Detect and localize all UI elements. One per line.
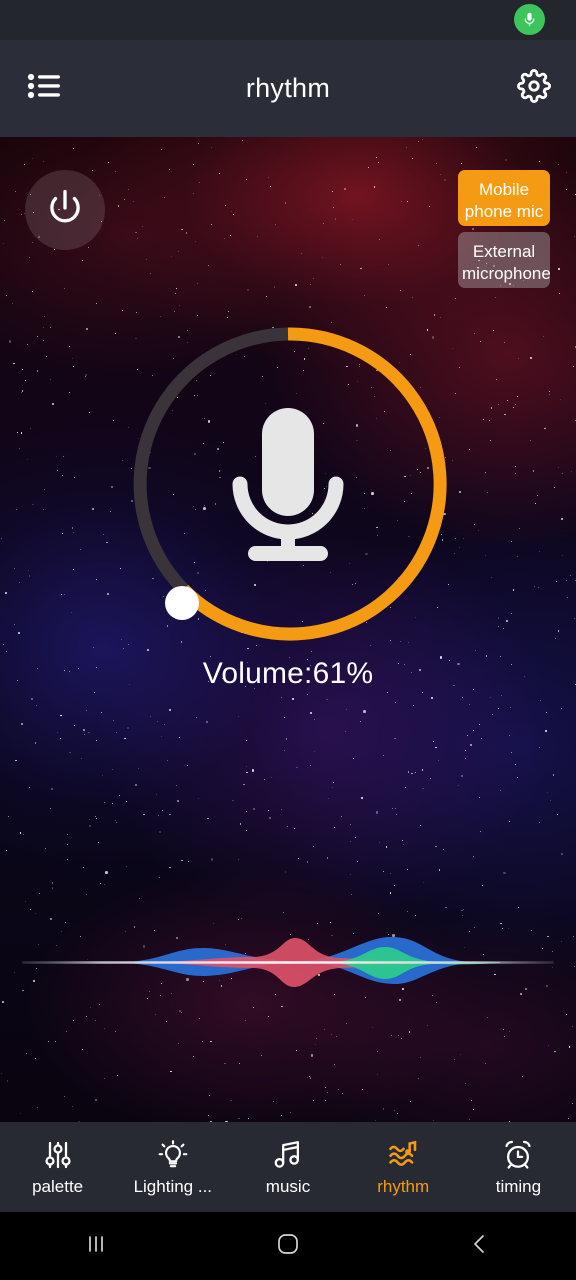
home-button[interactable] <box>192 1212 384 1280</box>
volume-value-label: Volume:61% <box>202 657 374 690</box>
back-icon <box>467 1231 493 1262</box>
gear-icon <box>517 69 551 108</box>
status-bar <box>0 0 576 40</box>
mic-source-external-label: External microphone <box>462 242 550 283</box>
microphone-recording-indicator-icon <box>514 4 545 35</box>
tab-music[interactable]: music <box>230 1122 345 1212</box>
rhythm-wave-icon <box>387 1139 419 1171</box>
tab-palette[interactable]: palette <box>0 1122 115 1212</box>
recents-icon <box>83 1231 109 1262</box>
power-icon <box>44 187 86 234</box>
volume-dial[interactable] <box>120 316 456 652</box>
tab-lighting-label: Lighting ... <box>133 1177 213 1196</box>
mic-source-external-button[interactable]: External microphone <box>458 232 550 288</box>
mic-source-mobile-phone-button[interactable]: Mobile phone mic <box>458 170 550 226</box>
lightbulb-icon <box>157 1139 189 1171</box>
android-navigation-bar <box>0 1212 576 1280</box>
tab-lighting[interactable]: Lighting ... <box>115 1122 230 1212</box>
tab-music-label: music <box>265 1177 311 1196</box>
microphone-icon <box>226 402 350 566</box>
power-toggle-button[interactable] <box>25 170 105 250</box>
home-icon <box>274 1230 302 1263</box>
app-screen: rhythm Mobile phone mic External microph… <box>0 0 576 1280</box>
tab-rhythm-label: rhythm <box>377 1177 430 1196</box>
page-title: rhythm <box>245 73 331 103</box>
recents-button[interactable] <box>0 1212 192 1280</box>
mic-source-mobile-phone-label: Mobile phone mic <box>464 180 544 221</box>
waveform-baseline <box>22 961 554 964</box>
settings-button[interactable] <box>506 61 562 117</box>
alarm-clock-icon <box>502 1139 534 1171</box>
volume-dial-knob[interactable] <box>165 586 199 620</box>
music-note-icon <box>272 1139 304 1171</box>
sliders-icon <box>42 1139 74 1171</box>
mic-source-buttons: Mobile phone mic External microphone <box>458 170 550 288</box>
tab-palette-label: palette <box>32 1177 84 1196</box>
tab-rhythm[interactable]: rhythm <box>346 1122 461 1212</box>
audio-waveform-visualizer <box>0 895 576 1030</box>
back-button[interactable] <box>384 1212 576 1280</box>
bottom-tab-bar: palette Lighting ... music rhythm timing <box>0 1122 576 1212</box>
tab-timing[interactable]: timing <box>461 1122 576 1212</box>
tab-timing-label: timing <box>495 1177 542 1196</box>
app-bar: rhythm <box>0 40 576 137</box>
